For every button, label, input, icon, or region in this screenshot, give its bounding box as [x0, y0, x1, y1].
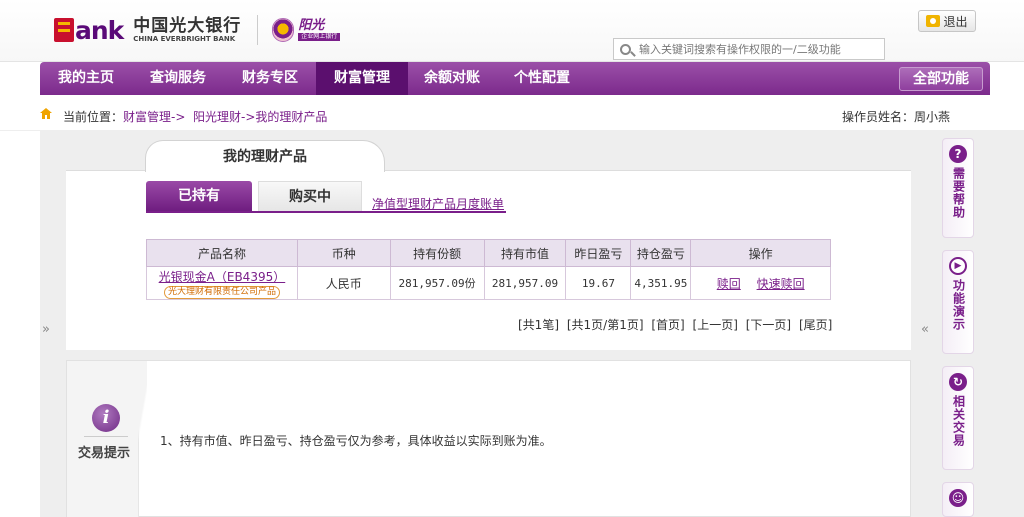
header-position-pnl: 持仓盈亏	[630, 239, 692, 267]
badge-text: 阳光 企业网上银行	[298, 18, 341, 41]
service-button[interactable]: ☺	[942, 482, 974, 517]
product-name-block: 光银现金A（EB4395） 光大理财有限责任公司产品	[147, 268, 297, 299]
holdings-table: 产品名称 币种 持有份额 持有市值 昨日盈亏 持仓盈亏 操作 光银现金A（EB4…	[146, 239, 831, 300]
breadcrumb: 当前位置：财富管理-> 阳光理财->我的理财产品	[63, 108, 327, 125]
expand-left-toggle[interactable]: »	[42, 322, 50, 337]
nav-item-settings[interactable]: 个性配置	[496, 62, 588, 95]
nav-item-query[interactable]: 查询服务	[132, 62, 224, 95]
all-functions-button[interactable]: 全部功能	[899, 67, 983, 91]
main-nav: 我的主页 查询服务 财务专区 财富管理 余额对账 个性配置 全部功能	[40, 62, 990, 95]
breadcrumb-wealth[interactable]: 财富管理->	[123, 110, 185, 124]
search-input[interactable]	[639, 42, 879, 56]
quick-redeem-link[interactable]: 快速赎回	[757, 277, 805, 291]
operator-name: 周小燕	[914, 110, 951, 124]
nav-item-reconcile[interactable]: 余额对账	[408, 62, 496, 95]
related-button[interactable]: ↻ 相关交易	[942, 366, 974, 470]
collapse-right-toggle[interactable]: «	[921, 322, 929, 337]
nav-item-wealth[interactable]: 财富管理	[316, 62, 408, 95]
tab-buying[interactable]: 购买中	[258, 181, 362, 211]
cell-position-pnl: 4,351.95	[630, 266, 692, 300]
logo-cn-name: 中国光大银行	[133, 15, 242, 36]
related-label: 相关交易	[951, 395, 966, 447]
pagination-first[interactable]: [首页]	[651, 318, 684, 332]
operator-label: 操作员姓名：	[842, 110, 915, 124]
help-label: 需要帮助	[951, 167, 966, 219]
header-market-value: 持有市值	[483, 239, 567, 267]
sunshine-shield-icon	[272, 18, 295, 42]
cell-actions: 赎回 快速赎回	[690, 266, 831, 300]
pagination-total: [共1笔]	[518, 318, 559, 332]
header-currency: 币种	[296, 239, 391, 267]
smile-icon: ☺	[949, 489, 967, 507]
play-icon: ▶	[949, 257, 967, 275]
pagination: [共1笔] [共1页/第1页] [首页] [上一页] [下一页] [尾页]	[518, 316, 836, 333]
header-yesterday-pnl: 昨日盈亏	[565, 239, 632, 267]
logo-en-name: CHINA EVERBRIGHT BANK	[133, 34, 236, 43]
logout-button[interactable]: 退出	[918, 10, 976, 32]
breadcrumb-sunshine[interactable]: 阳光理财->我的理财产品	[193, 110, 327, 124]
demo-button[interactable]: ▶ 功能演示	[942, 250, 974, 354]
badge-subtitle: 企业网上银行	[298, 33, 341, 41]
function-search[interactable]	[613, 38, 885, 60]
pagination-prev[interactable]: [上一页]	[693, 318, 738, 332]
pagination-page-info: [共1页/第1页]	[566, 318, 644, 332]
nav-item-home[interactable]: 我的主页	[40, 62, 132, 95]
logo-wordmark: ank	[75, 15, 124, 45]
redeem-link[interactable]: 赎回	[717, 277, 741, 291]
tab-held[interactable]: 已持有	[146, 181, 252, 211]
cell-shares: 281,957.09份	[389, 266, 485, 300]
monthly-statement-link[interactable]: 净值型理财产品月度账单	[372, 195, 504, 212]
header-actions: 操作	[690, 239, 831, 267]
tips-sidebar	[67, 361, 147, 517]
header-product-name: 产品名称	[146, 239, 298, 267]
cell-product: 光银现金A（EB4395） 光大理财有限责任公司产品	[146, 266, 298, 300]
nav-item-finance[interactable]: 财务专区	[224, 62, 316, 95]
panel-title-tab: 我的理财产品	[145, 140, 385, 172]
demo-label: 功能演示	[951, 279, 966, 331]
tips-title: 交易提示	[78, 446, 131, 461]
sunshine-badge: 阳光 企业网上银行	[272, 18, 341, 42]
pagination-last[interactable]: [尾页]	[799, 318, 832, 332]
table-row: 光银现金A（EB4395） 光大理财有限责任公司产品 人民币 281,957.0…	[146, 266, 831, 300]
logout-label: 退出	[943, 14, 968, 29]
ebank-logo-mark	[54, 18, 74, 42]
bank-logo: ank 中国光大银行 CHINA EVERBRIGHT BANK 阳光 企业网上…	[54, 15, 341, 45]
info-icon: i	[92, 404, 120, 432]
badge-title: 阳光	[298, 18, 325, 33]
logo-cn-block: 中国光大银行 CHINA EVERBRIGHT BANK	[133, 17, 241, 44]
refresh-icon: ↻	[949, 373, 967, 391]
cell-market-value: 281,957.09	[483, 266, 567, 300]
operator-info: 操作员姓名：周小燕	[842, 108, 950, 125]
cell-yesterday-pnl: 19.67	[565, 266, 632, 300]
logout-icon	[926, 15, 941, 27]
info-divider	[84, 436, 128, 437]
search-icon	[620, 43, 631, 55]
issuer-badge: 光大理财有限责任公司产品	[163, 285, 280, 299]
tips-text: 1、持有市值、昨日盈亏、持仓盈亏仅为参考，具体收益以实际到账为准。	[160, 434, 552, 448]
help-button[interactable]: ? 需要帮助	[942, 138, 974, 238]
table-header-row: 产品名称 币种 持有份额 持有市值 昨日盈亏 持仓盈亏 操作	[146, 239, 831, 267]
cell-currency: 人民币	[296, 266, 391, 300]
home-icon[interactable]	[40, 108, 52, 119]
product-name-link[interactable]: 光银现金A（EB4395）	[159, 268, 286, 285]
header-shares: 持有份额	[389, 239, 485, 267]
breadcrumb-prefix: 当前位置：	[63, 110, 124, 124]
logo-divider	[257, 15, 259, 45]
pagination-next[interactable]: [下一页]	[746, 318, 791, 332]
top-header: ank 中国光大银行 CHINA EVERBRIGHT BANK 阳光 企业网上…	[0, 0, 1024, 62]
help-icon: ?	[949, 145, 967, 163]
